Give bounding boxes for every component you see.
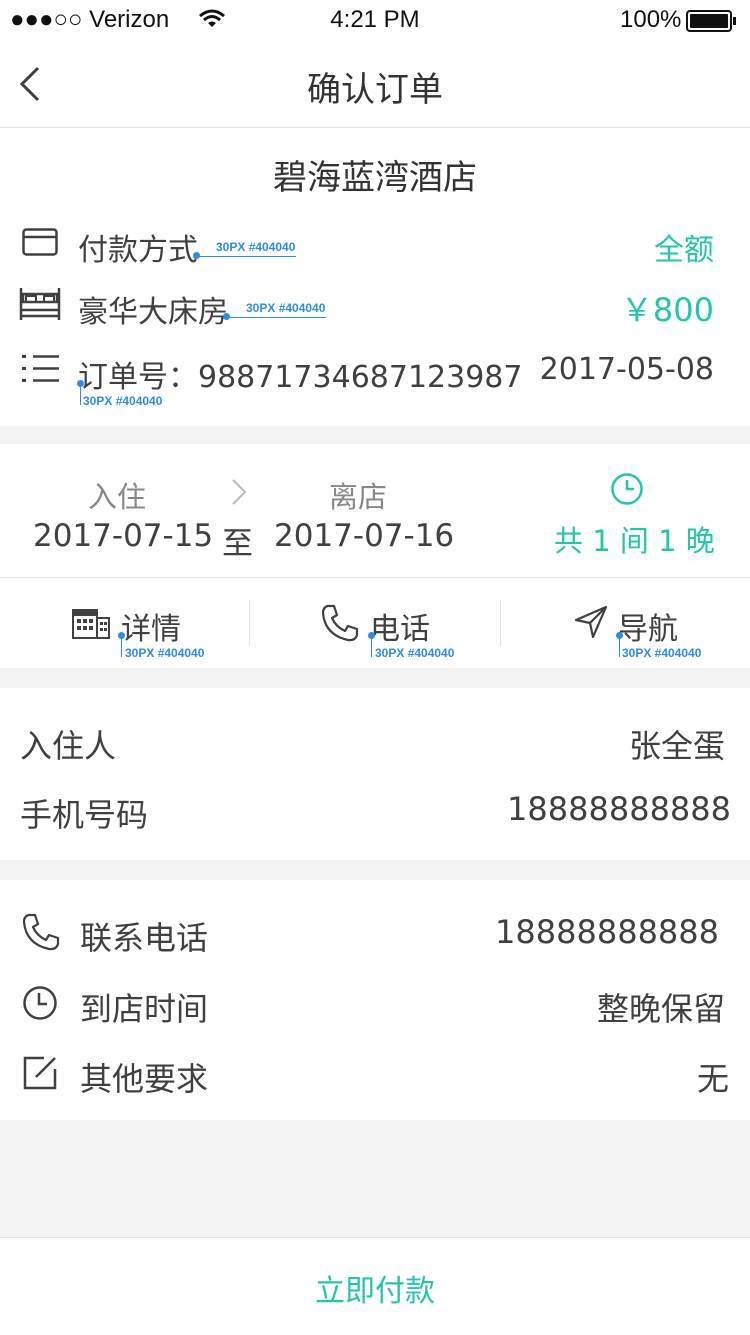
mobile-label: 手机号码 — [20, 796, 149, 834]
hotel-icon — [71, 604, 111, 640]
phone-icon — [321, 604, 359, 642]
stay-summary: 共 1 间 1 晚 — [554, 524, 715, 558]
navigate-label: 导航 — [618, 612, 678, 647]
to-label: 至 — [222, 526, 253, 562]
guest-name-value[interactable]: 张全蛋 — [629, 721, 725, 767]
navigation-arrow-icon — [574, 605, 608, 639]
annotation-line — [80, 383, 81, 405]
order-number: 订单号：98871734687123987 — [78, 360, 523, 395]
annotation-label: 30PX #404040 — [125, 646, 205, 660]
room-label: 豪华大床房 — [78, 295, 228, 330]
checkout-label: 离店 — [329, 480, 388, 514]
checkin-label: 入住 — [88, 480, 147, 514]
order-date: 2017-05-08 — [539, 352, 714, 387]
annotation-line — [226, 317, 326, 318]
chevron-right-icon — [230, 478, 248, 506]
card-icon — [22, 228, 58, 256]
contact-phone-value[interactable]: 18888888888 — [495, 913, 719, 951]
annotation-label: 30PX #404040 — [83, 394, 163, 408]
checkin-date: 2017-07-15 — [33, 518, 214, 554]
edit-icon — [22, 1055, 58, 1091]
payment-value[interactable]: 全额 — [654, 225, 714, 269]
annotation-line — [121, 635, 122, 657]
list-icon — [22, 354, 60, 384]
other-request-label: 其他要求 — [80, 1060, 209, 1098]
arrival-time-label: 到店时间 — [80, 990, 209, 1028]
phone-label: 电话 — [370, 612, 430, 647]
hotel-name: 碧海蓝湾酒店 — [273, 158, 477, 198]
contact-phone-label: 联系电话 — [80, 919, 209, 957]
guest-name-label: 入住人 — [20, 727, 117, 765]
other-request-value[interactable]: 无 — [697, 1054, 729, 1100]
battery-percent: 100% — [620, 6, 682, 33]
battery-icon — [686, 10, 738, 32]
annotation-label: 30PX #404040 — [622, 646, 702, 660]
annotation-label: 30PX #404040 — [375, 646, 455, 660]
annotation-line — [371, 635, 372, 657]
mobile-value[interactable]: 18888888888 — [507, 790, 731, 828]
detail-label: 详情 — [121, 612, 181, 647]
bed-icon — [19, 286, 61, 322]
annotation-label: 30PX #404040 — [246, 301, 326, 315]
clock-icon — [22, 985, 58, 1021]
phone-icon — [22, 913, 60, 951]
annotation-label: 30PX #404040 — [216, 240, 296, 254]
annotation-line — [196, 256, 296, 257]
arrival-time-value[interactable]: 整晚保留 — [597, 984, 725, 1030]
checkout-date: 2017-07-16 — [274, 518, 455, 554]
pay-now-button[interactable]: 立即付款 — [0, 1266, 750, 1310]
payment-label: 付款方式 — [78, 233, 198, 268]
annotation-line — [619, 635, 620, 657]
clock-icon — [610, 472, 644, 506]
room-price: ￥800 — [620, 291, 714, 329]
page-title: 确认订单 — [307, 70, 443, 110]
